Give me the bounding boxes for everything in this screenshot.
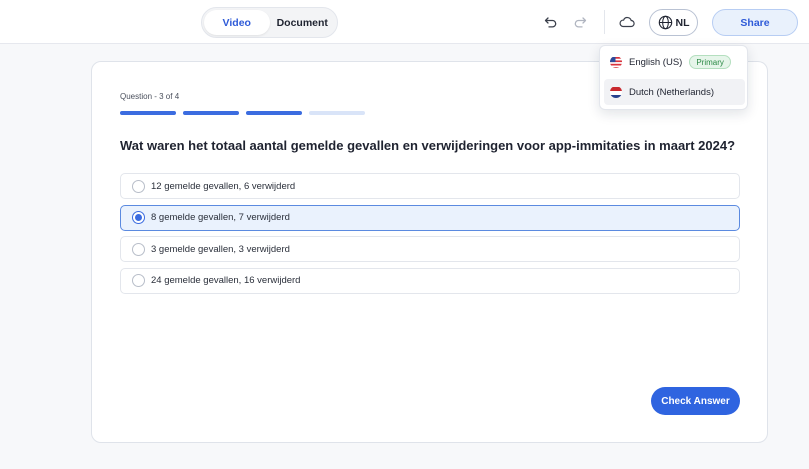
language-menu: English (US) Primary Dutch (Netherlands)	[599, 45, 748, 110]
progress-segment	[246, 111, 302, 115]
quiz-progress	[120, 111, 365, 115]
view-mode-toggle: Video Document	[201, 7, 338, 38]
tab-video[interactable]: Video	[204, 10, 270, 35]
answer-label: 12 gemelde gevallen, 6 verwijderd	[151, 180, 296, 192]
tab-document[interactable]: Document	[270, 10, 336, 35]
radio-dot	[135, 214, 142, 221]
answer-option[interactable]: 24 gemelde gevallen, 16 verwijderd	[120, 267, 740, 294]
check-answer-button[interactable]: Check Answer	[651, 387, 740, 415]
language-option-dutch[interactable]: Dutch (Netherlands)	[604, 79, 745, 105]
nl-flag-icon	[610, 86, 622, 98]
answer-label: 8 gemelde gevallen, 7 verwijderd	[151, 212, 290, 223]
toolbar-divider	[604, 10, 605, 34]
answer-option-selected[interactable]: 8 gemelde gevallen, 7 verwijderd	[120, 204, 740, 231]
radio-button[interactable]	[132, 274, 145, 287]
globe-icon	[658, 15, 672, 30]
question-text: Wat waren het totaal aantal gemelde geva…	[120, 138, 736, 153]
answer-option[interactable]: 12 gemelde gevallen, 6 verwijderd	[120, 173, 740, 199]
radio-button[interactable]	[132, 211, 145, 224]
answer-label: 24 gemelde gevallen, 16 verwijderd	[151, 275, 301, 286]
answer-option[interactable]: 3 gemelde gevallen, 3 verwijderd	[120, 236, 740, 262]
top-bar: Video Document NL Share	[0, 0, 809, 44]
progress-segment	[183, 111, 239, 115]
us-flag-icon	[610, 56, 622, 68]
primary-badge: Primary	[689, 55, 731, 69]
progress-segment	[120, 111, 176, 115]
language-button[interactable]: NL	[649, 9, 698, 36]
language-code: NL	[675, 16, 690, 29]
language-label: Dutch (Netherlands)	[629, 86, 715, 98]
radio-button[interactable]	[132, 242, 145, 256]
quiz-card: Question - 3 of 4 Wat waren het totaal a…	[91, 61, 768, 443]
question-counter: Question - 3 of 4	[120, 92, 180, 101]
undo-icon[interactable]	[541, 12, 561, 32]
answer-options: 12 gemelde gevallen, 6 verwijderd 8 geme…	[120, 173, 740, 299]
radio-button[interactable]	[132, 179, 145, 193]
answer-label: 3 gemelde gevallen, 3 verwijderd	[151, 243, 290, 255]
redo-icon[interactable]	[570, 12, 590, 32]
language-label: English (US)	[629, 56, 683, 68]
language-option-english[interactable]: English (US) Primary	[604, 49, 745, 75]
share-button[interactable]: Share	[712, 9, 798, 36]
cloud-icon[interactable]	[616, 12, 638, 32]
progress-segment	[309, 111, 365, 115]
